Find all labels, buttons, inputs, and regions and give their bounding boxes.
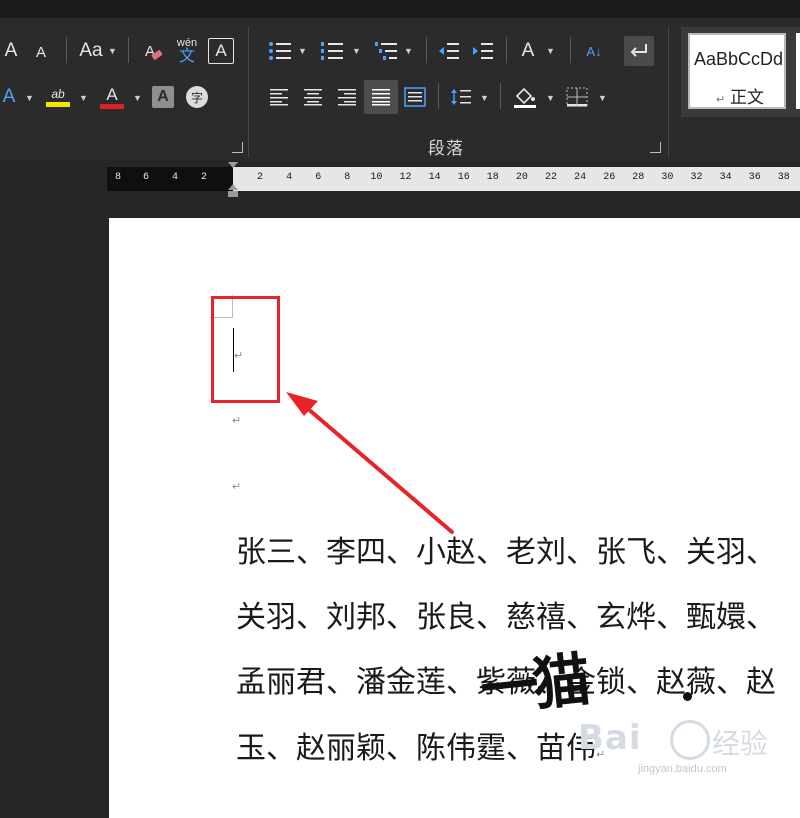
watermark-cn: 经验 (712, 727, 769, 760)
signature-dot (683, 692, 692, 701)
paw-icon (670, 720, 710, 760)
watermark-url: jingyan.baidu.com (638, 763, 727, 775)
watermark-brand: Bai (578, 718, 642, 758)
annotation-arrow (286, 392, 454, 534)
handwritten-signature: 一猫 (477, 645, 588, 725)
